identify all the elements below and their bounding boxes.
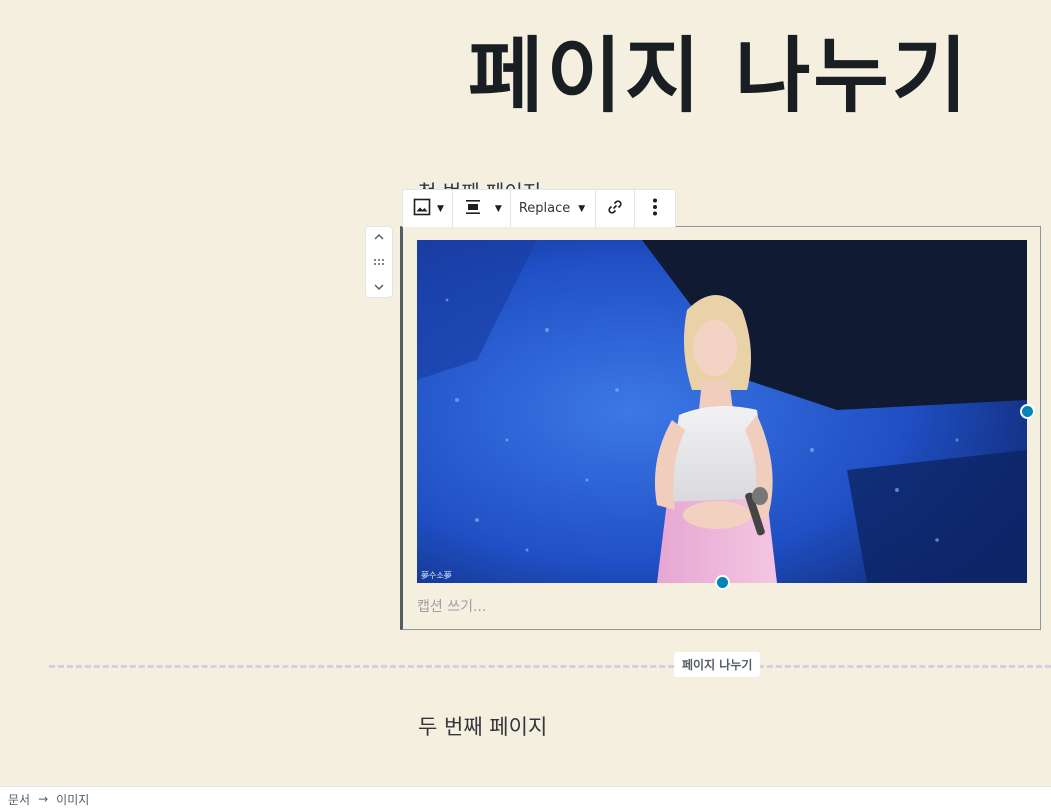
image[interactable]: 夢수소夢 [417,240,1027,583]
more-vertical-icon [647,197,663,221]
align-center-icon [465,199,481,219]
chevron-up-icon[interactable] [373,231,385,243]
breadcrumb-separator: → [38,792,49,806]
block-type-button[interactable]: ▼ [403,190,452,227]
page-title[interactable]: 페이지 나누기 [468,22,970,132]
breadcrumb-item-image[interactable]: 이미지 [56,791,89,808]
breadcrumb: 문서 → 이미지 [0,786,1051,811]
chevron-down-icon[interactable] [373,281,385,293]
more-options-button[interactable] [635,190,675,227]
svg-text:夢수소夢: 夢수소夢 [421,570,452,580]
block-toolbar: ▼ ▼ Replace ▼ [402,189,677,227]
link-button[interactable] [596,190,634,227]
resize-handle-right[interactable] [1020,404,1035,419]
caption-input[interactable]: 캡션 쓰기... [417,596,486,616]
replace-button[interactable]: Replace ▼ [511,190,595,227]
chevron-down-icon: ▼ [437,203,444,214]
toolbar-group-replace: Replace ▼ [511,190,597,227]
page-break-divider[interactable] [49,665,1051,668]
replace-label: Replace [518,201,571,216]
concert-photo: 夢수소夢 [417,240,1027,583]
second-page-paragraph[interactable]: 두 번째 페이지 [418,711,547,741]
page-break-label: 페이지 나누기 [674,652,761,677]
chevron-down-icon: ▼ [578,203,586,214]
drag-handle-icon[interactable] [373,257,385,267]
toolbar-group-more [635,190,675,227]
photo-watermark: 夢수소夢 [421,570,452,580]
toolbar-group-align: ▼ [453,190,511,227]
image-icon [413,198,431,220]
breadcrumb-item-document[interactable]: 문서 [8,791,30,808]
link-icon [606,198,624,220]
align-button[interactable]: ▼ [453,190,510,227]
resize-handle-bottom[interactable] [715,575,730,590]
toolbar-group-block-type: ▼ [403,190,453,227]
chevron-down-icon: ▼ [494,203,502,214]
block-mover [365,226,393,298]
toolbar-group-link [596,190,636,227]
